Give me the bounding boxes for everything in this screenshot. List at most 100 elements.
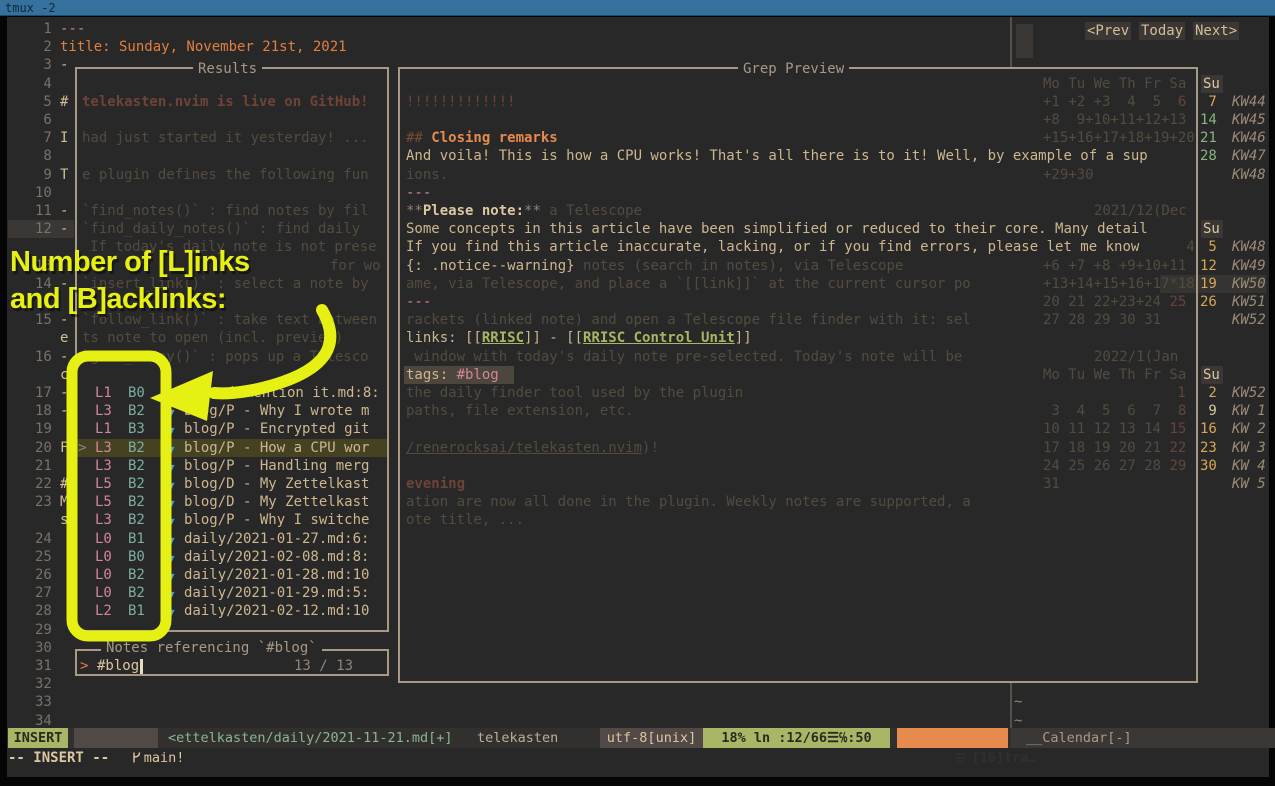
preview-line: ** [524,202,541,220]
preview-panel-title: Grep Preview [738,60,849,78]
calendar-prev-button[interactable]: <Prev [1085,22,1131,40]
results-dim-buffer-text: `find_notes()` : find notes by fil [82,202,369,220]
preview-line: )! [642,439,659,457]
calendar-dim-row: ~ [1014,693,1022,711]
preview-line: Some concepts in this article have been … [406,220,1148,238]
calendar-date[interactable]: 9 [1200,402,1217,420]
preview-line: Please note: [423,202,524,220]
calendar-week-number: KW46 [1232,129,1266,147]
window-separator [1010,683,1012,728]
results-border-left [75,67,77,632]
window-separator [1010,17,1012,69]
line-number: 10 [35,184,52,202]
result-row[interactable]: blog/D - My Zettelkast [184,493,369,511]
buffer-char: # [60,93,68,111]
preview-line: ions. [406,166,448,184]
preview-line: evening [406,475,465,493]
annotation-line2: and [B]acklinks: [10,283,226,316]
calendar-next-button[interactable]: Next> [1193,22,1239,40]
calendar-date[interactable]: 19 [1200,275,1217,293]
calendar-date[interactable]: 14 [1200,111,1217,129]
calendar-dim-row: Mo Tu We Th Fr Sa [1043,75,1186,93]
line-number: 31 [35,657,52,675]
line-number: 3 [35,56,52,74]
calendar-dim-row: +29+30 [1043,166,1094,184]
calendar-week-number: KW52 [1232,311,1266,329]
down-arrow-icon: ▼ [168,441,175,459]
links-count: L5 [95,475,112,493]
result-row[interactable]: blog/P - Why I wrote m [184,402,369,420]
result-row[interactable]: blog/D - My Zettelkast [184,475,369,493]
calendar-week-number: KW 4 [1232,457,1266,475]
backlinks-count: B2 [128,566,145,584]
down-arrow-icon: ▼ [168,477,175,495]
buffer-char: M [60,493,68,511]
line-number: 7 [35,129,52,147]
calendar-sunday-header: Su [1203,75,1220,93]
calendar-date[interactable]: 5 [1200,238,1217,256]
calendar-date[interactable]: 16 [1200,420,1217,438]
calendar-dim-row: 2021/12(Dec [1094,202,1187,220]
calendar-statusline: __Calendar[-] [1011,728,1275,748]
results-dim-buffer-text: ts note to open (incl. preview) [82,329,343,347]
git-branch-label: main! [144,750,185,766]
down-arrow-icon: ▼ [168,586,175,604]
results-dim-buffer-text: had just started it yesterday! ... [82,129,369,147]
result-row[interactable]: blog/P - Why I switche [184,511,369,529]
result-row[interactable]: blog/P - Encrypted git [184,420,369,438]
mode-message: -- INSERT -- [8,750,109,766]
result-row[interactable]: daily/2021-01-28.md:10 [184,566,369,584]
result-row[interactable]: daily/2021-01-27.md:6: [184,530,369,548]
preview-line: ame, via Telescope, and place a `[[link]… [406,275,971,293]
buffer-char: e [60,329,68,347]
result-row[interactable]: i mention it.md:8: [228,384,380,402]
preview-line: paths, file extension, etc. [406,402,634,420]
results-dim-buffer-text: e plugin defines the following fun [82,166,369,184]
links-count: L5 [95,493,112,511]
preview-line: --- [406,293,431,311]
calendar-week-number: KW45 [1232,111,1266,129]
calendar-date[interactable]: 28 [1200,147,1217,165]
down-arrow-icon: ▼ [168,495,175,513]
preview-line: ## [406,129,431,147]
calendar-date[interactable]: 21 [1200,129,1217,147]
preview-line: RRISC Control Unit [583,329,735,347]
calendar-date[interactable]: 2 [1200,384,1217,402]
calendar-dim-row: 31 [1043,475,1060,493]
result-row[interactable]: daily/2021-01-29.md:5: [184,584,369,602]
result-row[interactable]: blog/P - How a CPU wor [184,439,369,457]
calendar-today-button[interactable]: Today [1139,22,1185,40]
buffer-char: - [60,202,68,220]
backlinks-count: B3 [128,420,145,438]
down-arrow-icon: ▼ [168,386,175,404]
tab-segment[interactable]: ☰[16]tra… [897,728,1008,748]
backlinks-count: B2 [128,584,145,602]
down-arrow-icon: ▼ [168,604,175,622]
search-input[interactable]: #blog [97,657,139,675]
backlinks-count: B0 [128,548,145,566]
calendar-week-number: KW49 [1232,257,1266,275]
calendar-dim-row: 25 [1169,293,1186,311]
tmux-titlebar: tmux -2 [0,0,1275,16]
buffer-char: s [60,511,68,529]
calendar-date[interactable]: 12 [1200,257,1217,275]
calendar-date[interactable]: 23 [1200,439,1217,457]
buffer-line: title: Sunday, November 21st, 2021 [60,38,347,56]
calendar-date[interactable]: 30 [1200,457,1217,475]
result-row[interactable]: daily/2021-02-12.md:10 [184,602,369,620]
line-number: 33 [35,693,52,711]
preview-border-bottom [398,681,1198,683]
preview-line: ]] [735,329,752,347]
line-number: 20 [35,439,52,457]
filename: <ettelkasten/daily/2021-11-21.md[+] [168,728,452,748]
buffer-char: - [60,348,68,366]
calendar-date[interactable]: 7 [1200,93,1217,111]
calendar-dim-row: 24 25 26 27 28 [1043,457,1169,475]
links-count: L0 [95,530,112,548]
result-row[interactable]: blog/P - Handling merg [184,457,369,475]
buffer-char: c [60,366,68,384]
calendar-date[interactable]: 26 [1200,293,1217,311]
position-segment: 18% ln :12/66☰℅:50 [703,728,890,748]
line-number: 12 [35,220,52,238]
result-row[interactable]: daily/2021-02-08.md:8: [184,548,369,566]
